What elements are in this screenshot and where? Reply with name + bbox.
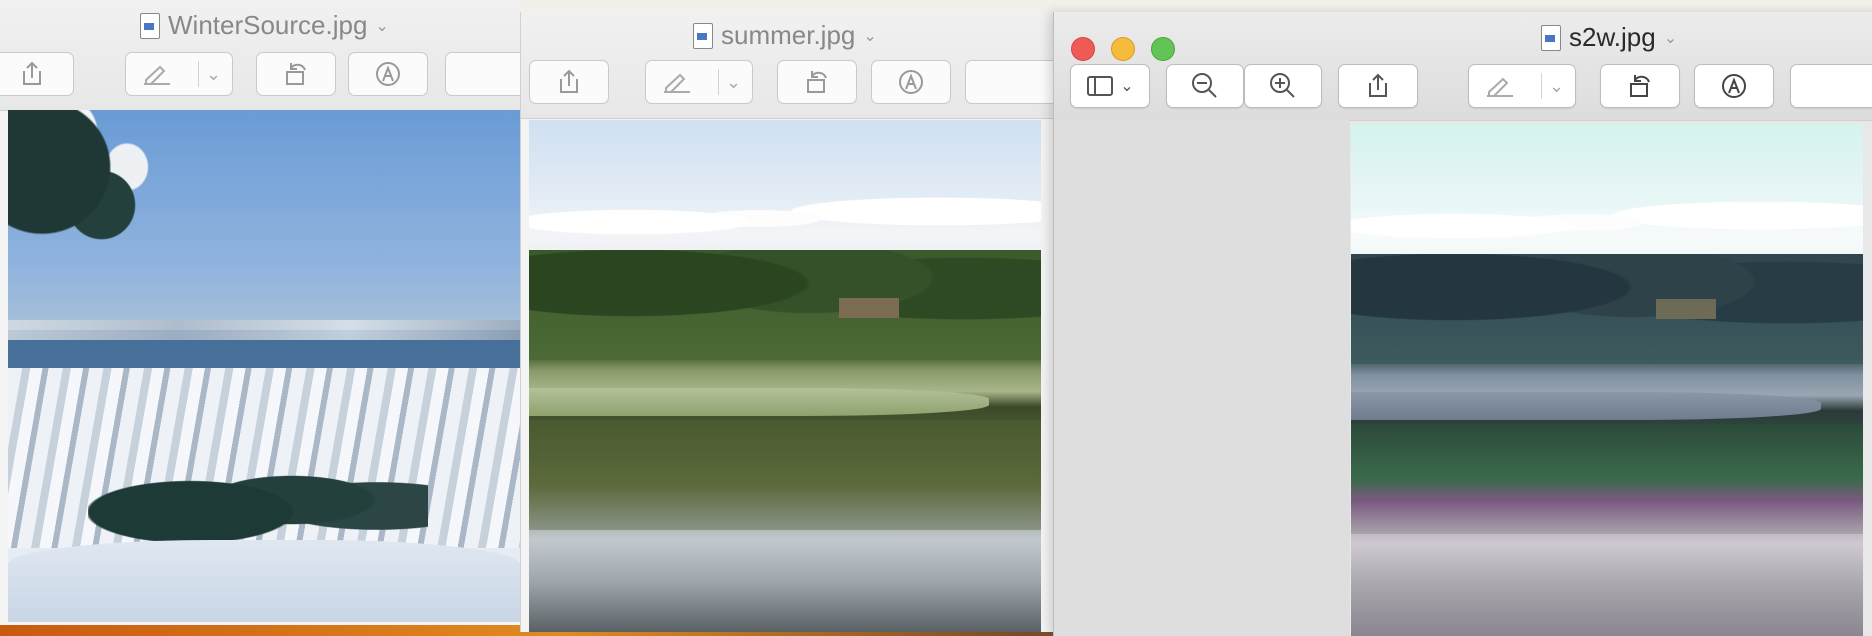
rotate-icon <box>807 71 827 93</box>
winter-title[interactable]: WinterSource.jpg ⌄ <box>140 10 389 41</box>
pine-branch <box>8 110 178 300</box>
winter-window: WinterSource.jpg ⌄ ⌄ <box>0 0 535 625</box>
winter-title-label: WinterSource.jpg <box>168 10 368 40</box>
annotate-icon <box>1722 74 1746 98</box>
annotate-button[interactable] <box>871 60 951 104</box>
sidebar-button[interactable]: ⌄ <box>1070 64 1150 108</box>
s2w-titlebar: s2w.jpg ⌄ ⌄ ⌄ <box>1054 12 1872 121</box>
minimize-button[interactable] <box>1111 37 1135 61</box>
zoom-out-icon <box>1192 73 1217 98</box>
zoom-in-button[interactable] <box>1244 64 1322 108</box>
summer-titlebar: summer.jpg ⌄ ⌄ <box>521 12 1065 119</box>
snow-ground <box>8 540 520 622</box>
chevron-down-icon: ⌄ <box>1120 78 1134 95</box>
markup-pen-icon <box>1487 77 1513 97</box>
share-button[interactable] <box>1338 64 1418 108</box>
document-icon <box>140 12 160 39</box>
pavilion <box>839 298 899 318</box>
annotate-icon <box>899 70 923 94</box>
more-button[interactable] <box>1790 64 1872 108</box>
winter-titlebar: WinterSource.jpg ⌄ ⌄ <box>0 0 535 111</box>
clouds <box>529 180 1041 250</box>
s2w-photo <box>1351 124 1863 636</box>
chevron-down-icon: ⌄ <box>1549 75 1565 96</box>
markup-button[interactable]: ⌄ <box>645 60 753 104</box>
sidebar-icon <box>1087 76 1114 96</box>
treeline <box>529 250 1041 360</box>
lotus-bank <box>1351 392 1821 420</box>
reflection <box>1351 424 1863 534</box>
reflection <box>529 420 1041 530</box>
summer-photo <box>529 120 1041 632</box>
s2w-window: s2w.jpg ⌄ ⌄ ⌄ <box>1053 12 1872 636</box>
lotus-bank <box>529 388 989 416</box>
zoom-button[interactable] <box>1151 37 1175 61</box>
chevron-down-icon: ⌄ <box>375 17 389 35</box>
rotate-button[interactable] <box>256 52 336 96</box>
clouds <box>1351 184 1863 254</box>
chevron-down-icon: ⌄ <box>863 27 877 45</box>
winter-photo <box>8 110 520 622</box>
annotate-icon <box>376 62 400 86</box>
rotate-icon <box>286 63 306 85</box>
document-icon <box>1541 24 1561 51</box>
zoom-in-icon <box>1270 73 1295 98</box>
markup-pen-icon <box>664 73 690 93</box>
s2w-title[interactable]: s2w.jpg ⌄ <box>1541 22 1677 53</box>
summer-window: summer.jpg ⌄ ⌄ <box>520 12 1065 632</box>
chevron-down-icon: ⌄ <box>726 71 742 92</box>
share-button[interactable] <box>0 52 74 96</box>
sidebar-panel <box>1054 120 1350 636</box>
chevron-down-icon: ⌄ <box>1663 29 1678 47</box>
zoom-out-button[interactable] <box>1166 64 1244 108</box>
town <box>8 320 520 340</box>
s2w-title-label: s2w.jpg <box>1569 22 1656 52</box>
markup-button[interactable]: ⌄ <box>125 52 233 96</box>
markup-pen-icon <box>144 65 170 85</box>
summer-title[interactable]: summer.jpg ⌄ <box>693 20 877 51</box>
share-button[interactable] <box>529 60 609 104</box>
annotate-button[interactable] <box>1694 64 1774 108</box>
summer-title-label: summer.jpg <box>721 20 856 50</box>
rotate-icon <box>1630 75 1650 97</box>
rotate-button[interactable] <box>1600 64 1680 108</box>
treeline <box>1351 254 1863 364</box>
share-icon <box>1369 73 1387 97</box>
close-button[interactable] <box>1071 37 1095 61</box>
share-icon <box>23 61 41 85</box>
annotate-button[interactable] <box>348 52 428 96</box>
share-icon <box>560 69 578 93</box>
pavilion <box>1656 299 1716 319</box>
chevron-down-icon: ⌄ <box>206 63 222 84</box>
rotate-button[interactable] <box>777 60 857 104</box>
document-icon <box>693 22 713 49</box>
more-button[interactable] <box>965 60 1065 104</box>
markup-button[interactable]: ⌄ <box>1468 64 1576 108</box>
